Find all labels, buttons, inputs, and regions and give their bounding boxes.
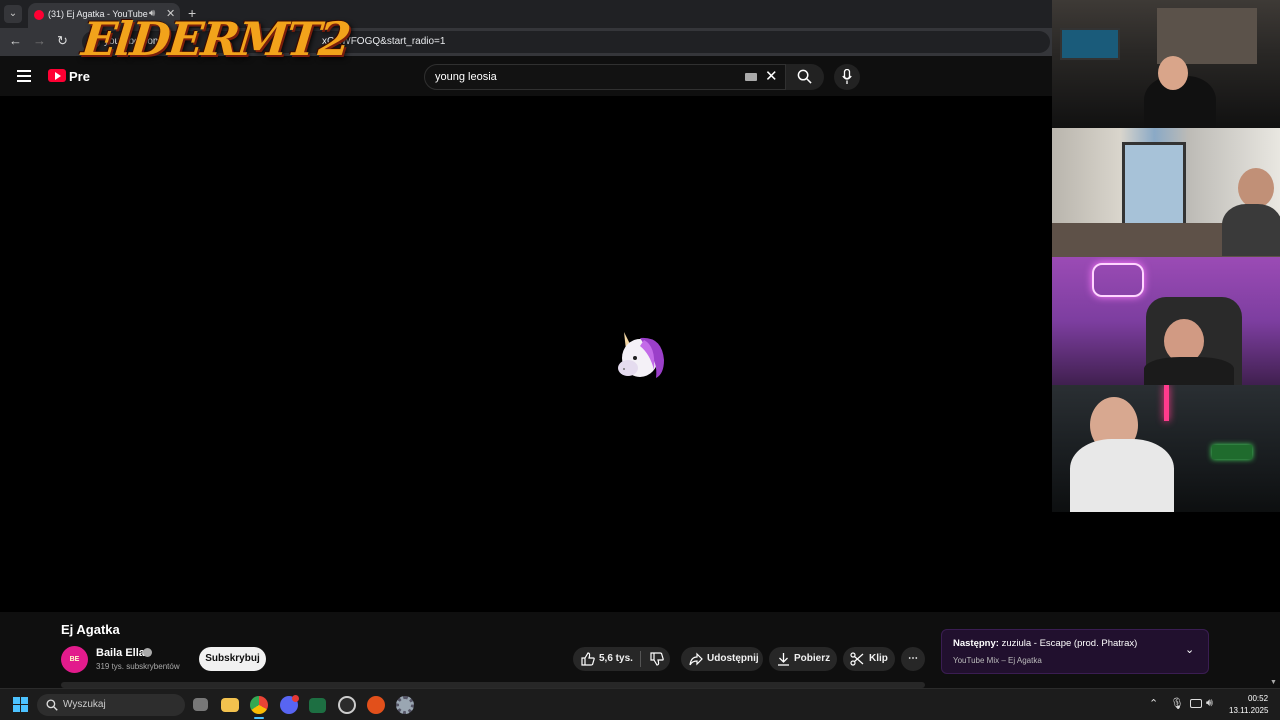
notification-badge <box>292 695 299 702</box>
video-player[interactable] <box>0 96 1052 612</box>
windows-start-icon[interactable] <box>13 697 29 713</box>
search-icon <box>797 69 812 84</box>
like-dislike-group: 5,6 tys. <box>573 647 670 671</box>
network-icon[interactable] <box>1190 699 1202 708</box>
subscriber-count: 319 tys. subskrybentów <box>96 662 180 671</box>
scroll-down-arrow-icon[interactable]: ▼ <box>1270 679 1277 686</box>
more-actions-button[interactable]: ⋯ <box>901 647 925 671</box>
download-label: Pobierz <box>794 653 831 664</box>
microphone-tray-icon[interactable]: 🎙︎ <box>1170 697 1184 710</box>
green-light <box>1212 445 1252 459</box>
scissors-icon <box>850 652 864 666</box>
up-next-song: zuziula - Escape (prod. Phatrax) <box>1001 638 1138 649</box>
search-button[interactable] <box>786 64 824 90</box>
clock-time[interactable]: 00:52 <box>1248 694 1268 703</box>
webcam-feed-4 <box>1052 385 1280 512</box>
up-next-card[interactable]: Następny: zuziula - Escape (prod. Phatra… <box>941 629 1209 674</box>
settings-gear-icon[interactable] <box>396 696 414 714</box>
ea-app-icon[interactable] <box>367 696 385 714</box>
task-view-icon[interactable] <box>193 698 208 711</box>
webcam-feed-3 <box>1052 257 1280 385</box>
search-icon <box>46 699 58 711</box>
excel-icon[interactable] <box>309 698 326 713</box>
volume-icon[interactable]: 🔊︎ <box>1206 697 1213 710</box>
file-explorer-icon[interactable] <box>221 698 239 712</box>
person-head <box>1238 168 1274 208</box>
share-button[interactable]: Udostępnij <box>681 647 763 671</box>
microphone-icon <box>842 69 852 84</box>
like-divider <box>640 651 641 667</box>
search-input-value: young leosia <box>435 71 497 83</box>
person-body <box>1222 204 1280 256</box>
share-arrow-icon <box>689 652 703 666</box>
download-button[interactable]: Pobierz <box>769 647 837 671</box>
like-count[interactable]: 5,6 tys. <box>599 647 633 671</box>
person-head <box>1158 56 1188 90</box>
webcam-feed-1 <box>1052 0 1280 128</box>
voice-search-button[interactable] <box>834 64 860 90</box>
thumbs-up-icon[interactable] <box>581 652 595 666</box>
subscribe-button[interactable]: Subskrybuj <box>199 647 266 671</box>
hamburger-menu-icon[interactable] <box>17 70 31 82</box>
stream-overlay-logo: ElDERMT2 <box>79 12 352 66</box>
unicorn-emoji-icon <box>618 332 664 378</box>
youtube-play-triangle <box>55 72 61 80</box>
reload-icon[interactable]: ↻ <box>57 33 68 49</box>
forward-arrow-icon[interactable]: → <box>33 33 46 48</box>
video-title: Ej Agatka <box>61 622 120 637</box>
clip-label: Klip <box>869 653 888 664</box>
webcam-feed-2 <box>1052 128 1280 257</box>
taskbar-search[interactable]: Wyszukaj <box>37 694 185 716</box>
chevron-down-icon[interactable]: ⌄ <box>1185 643 1194 656</box>
tab-search-chevron-icon[interactable]: ⌄ <box>4 5 22 23</box>
back-arrow-icon[interactable]: ← <box>9 33 22 48</box>
youtube-logo-text[interactable]: Pre <box>69 69 90 84</box>
verified-badge-icon <box>143 648 152 657</box>
channel-name[interactable]: Baila Ella <box>96 647 145 659</box>
channel-avatar[interactable]: BE <box>61 646 88 673</box>
led-strip <box>1164 385 1169 421</box>
active-app-indicator <box>254 717 264 719</box>
youtube-favicon-icon <box>34 10 44 20</box>
clear-search-icon[interactable]: ✕ <box>765 67 778 85</box>
chrome-icon[interactable] <box>250 696 268 714</box>
clock-date[interactable]: 13.11.2025 <box>1229 706 1268 715</box>
obs-icon[interactable] <box>338 696 356 714</box>
tray-chevron-up-icon[interactable]: ⌃ <box>1149 697 1158 710</box>
up-next-playlist: YouTube Mix – Ej Agatka <box>953 656 1042 665</box>
up-next-prefix: Następny: <box>953 638 999 649</box>
windows-taskbar: Wyszukaj ⌃ 🎙︎ 🔊︎ 00:52 13.11.2025 <box>0 688 1280 720</box>
download-icon <box>778 653 789 666</box>
clip-button[interactable]: Klip <box>843 647 895 671</box>
taskbar-search-placeholder: Wyszukaj <box>63 699 106 710</box>
video-details: Ej Agatka BE Baila Ella 319 tys. subskry… <box>0 612 1280 688</box>
keyboard-icon[interactable] <box>745 73 757 81</box>
thumbs-down-icon[interactable] <box>650 652 664 666</box>
person-body <box>1070 439 1174 512</box>
share-label: Udostępnij <box>707 653 759 664</box>
person-body <box>1144 357 1234 385</box>
neon-sign <box>1092 263 1144 297</box>
search-input[interactable]: young leosia ✕ <box>424 64 786 90</box>
aquarium <box>1060 28 1120 60</box>
window <box>1122 142 1186 226</box>
up-next-title: Następny: zuziula - Escape (prod. Phatra… <box>953 638 1137 649</box>
